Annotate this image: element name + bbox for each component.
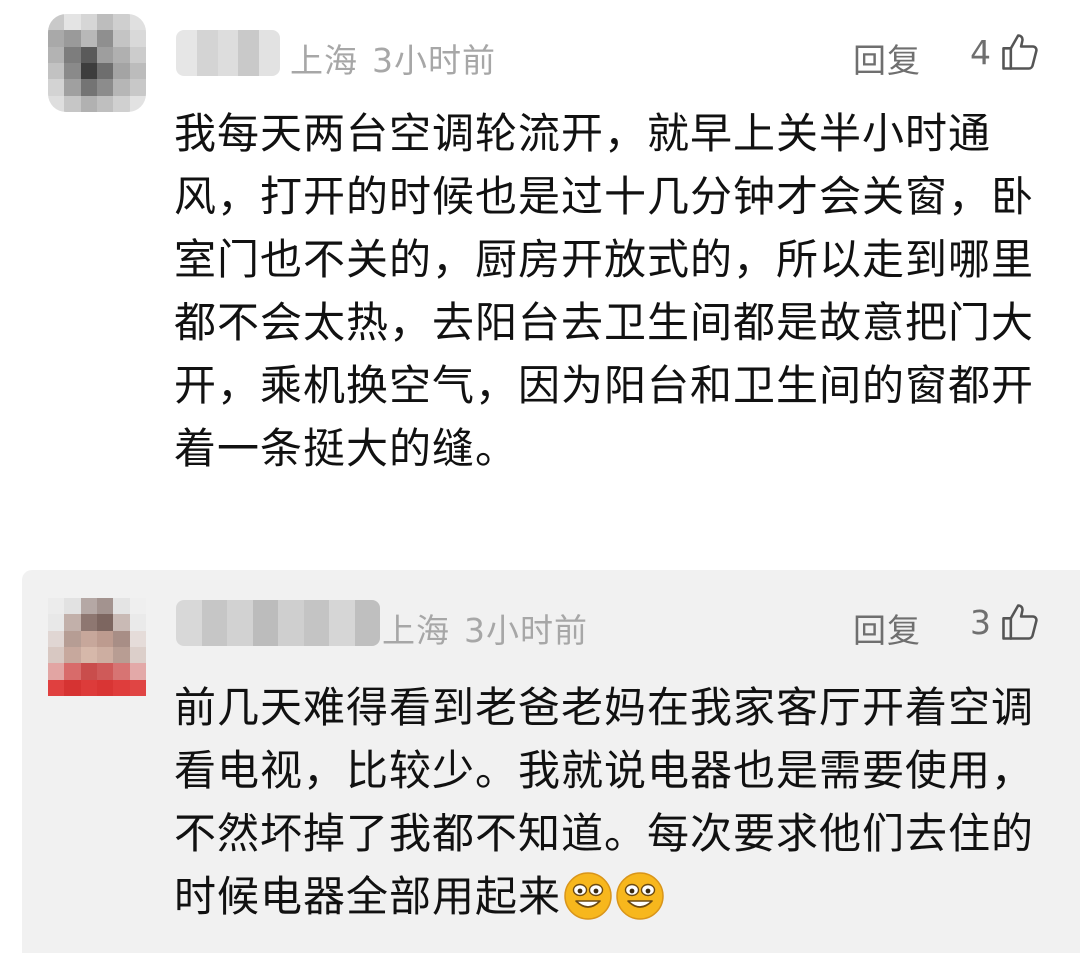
timestamp: 3小时前: [372, 41, 496, 80]
avatar[interactable]: [48, 598, 146, 696]
like-button[interactable]: 4: [970, 30, 1043, 74]
thumbs-up-icon: [1002, 604, 1038, 640]
reply-button[interactable]: 回复: [853, 604, 921, 652]
comment-meta: 上海 3小时前: [382, 604, 588, 652]
grinning-face-emoji-icon: [564, 872, 612, 920]
reply-button[interactable]: 回复: [853, 34, 921, 82]
comment-list: 上海 3小时前 回复 4 我每天两台空调轮流开，就早上关半小时通风，打开的时候也是…: [0, 0, 1080, 953]
location-label: 上海: [290, 41, 358, 80]
thumbs-up-icon: [1002, 34, 1038, 70]
like-button[interactable]: 3: [970, 600, 1043, 644]
reply-comment-item: 上海 3小时前 回复 3 前几天难得看到老爸老妈在我家客厅开着空调看电视，比较少。…: [22, 570, 1080, 953]
grinning-face-emoji-icon: [616, 872, 664, 920]
comment-item: 上海 3小时前 回复 4 我每天两台空调轮流开，就早上关半小时通风，打开的时候也是…: [0, 0, 1080, 560]
location-label: 上海: [382, 611, 450, 650]
comment-text: 前几天难得看到老爸老妈在我家客厅开着空调看电视，比较少。我就说电器也是需要使用，…: [174, 676, 1038, 928]
comment-text: 我每天两台空调轮流开，就早上关半小时通风，打开的时候也是过十几分钟才会关窗，卧室…: [174, 109, 1035, 473]
comment-meta: 上海 3小时前: [290, 34, 496, 82]
like-count: 4: [970, 32, 991, 72]
username-blurred[interactable]: [176, 30, 280, 76]
avatar[interactable]: [48, 14, 146, 112]
timestamp: 3小时前: [464, 611, 588, 650]
like-count: 3: [970, 602, 991, 642]
username-blurred[interactable]: [176, 600, 380, 646]
